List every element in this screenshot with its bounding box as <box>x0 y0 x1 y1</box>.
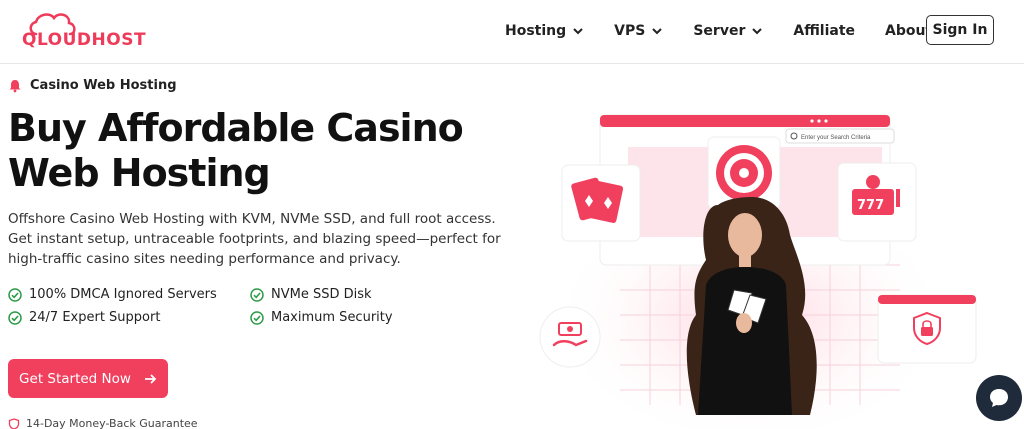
guarantee-text: 14-Day Money-Back Guarantee <box>26 417 198 429</box>
check-circle-icon <box>250 287 264 302</box>
feature-label: 100% DMCA Ignored Servers <box>29 287 217 302</box>
feature-item: NVMe SSD Disk <box>250 287 428 302</box>
check-circle-icon <box>8 310 22 325</box>
chat-bubble-icon <box>990 389 1008 407</box>
feature-item: 24/7 Expert Support <box>8 310 250 325</box>
page-title: Buy Affordable Casino Web Hosting <box>8 106 508 196</box>
logo-text: QLOUDHOST <box>22 30 147 50</box>
nav-item-server[interactable]: Server <box>693 20 763 42</box>
cash-hand-icon <box>552 322 588 347</box>
shield-icon <box>8 417 20 429</box>
site-header: QLOUDHOST Hosting VPS Server Affiliate A… <box>0 0 1024 64</box>
svg-text:777: 777 <box>857 198 884 213</box>
title-line-1: Buy Affordable Casino <box>8 106 464 150</box>
feature-item: 100% DMCA Ignored Servers <box>8 287 250 302</box>
cta-label: Get Started Now <box>19 370 131 387</box>
title-line-2: Web Hosting <box>8 151 271 195</box>
get-started-button[interactable]: Get Started Now <box>8 359 168 398</box>
nav-label: Server <box>693 23 746 39</box>
nav-label: Affiliate <box>793 23 856 39</box>
check-circle-icon <box>8 287 22 302</box>
nav-label: VPS <box>614 23 646 39</box>
casino-scene: Enter your Search Criteria 777 <box>539 114 977 429</box>
bell-icon <box>9 79 21 92</box>
feature-label: NVMe SSD Disk <box>271 287 372 302</box>
chevron-down-icon <box>652 28 663 35</box>
hero-illustration: Enter your Search Criteria 777 <box>520 85 1020 429</box>
logo[interactable]: QLOUDHOST <box>22 10 146 56</box>
nav-item-vps[interactable]: VPS <box>614 20 663 42</box>
chevron-down-icon <box>573 28 583 35</box>
feature-item: Maximum Security <box>250 310 428 325</box>
main-nav: Hosting VPS Server Affiliate About <box>505 20 932 42</box>
eyebrow: Casino Web Hosting <box>8 78 177 93</box>
chevron-down-icon <box>752 28 763 35</box>
search-placeholder: Enter your Search Criteria <box>801 135 871 141</box>
nav-item-hosting[interactable]: Hosting <box>505 20 584 42</box>
feature-label: Maximum Security <box>271 310 393 325</box>
check-circle-icon <box>250 310 264 325</box>
guarantee-note: 14-Day Money-Back Guarantee <box>8 417 198 429</box>
hero-description: Offshore Casino Web Hosting with KVM, NV… <box>8 211 501 267</box>
feature-list: 100% DMCA Ignored Servers NVMe SSD Disk … <box>8 287 428 325</box>
chat-button[interactable] <box>976 375 1022 421</box>
nav-item-affiliate[interactable]: Affiliate <box>793 20 855 42</box>
roulette-icon <box>716 145 772 201</box>
feature-label: 24/7 Expert Support <box>29 310 161 325</box>
sign-in-button[interactable]: Sign In <box>926 15 994 45</box>
eyebrow-text: Casino Web Hosting <box>30 78 177 93</box>
arrow-right-icon <box>144 373 157 384</box>
nav-label: Hosting <box>505 23 567 39</box>
